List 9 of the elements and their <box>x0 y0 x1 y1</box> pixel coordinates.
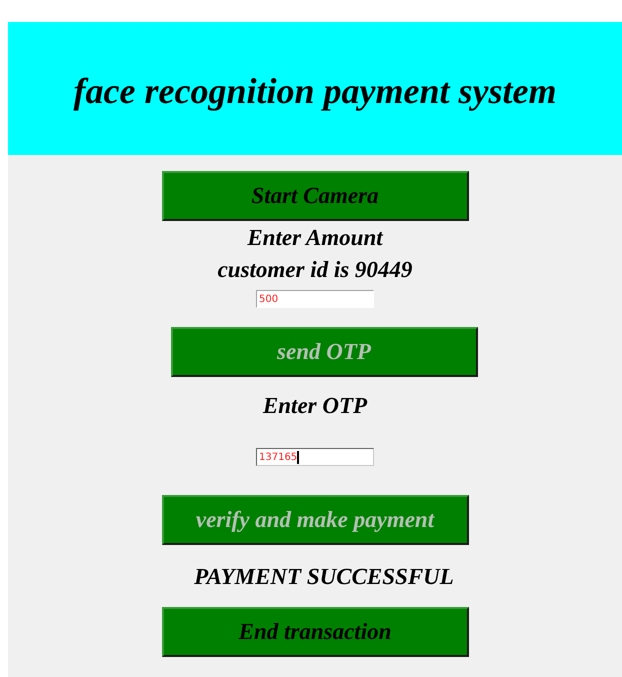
input-field[interactable]: 500 <box>256 290 374 308</box>
field-label: Enter Amount <box>247 224 383 252</box>
action-button[interactable]: Start Camera <box>162 171 468 221</box>
field-label: customer id is 90449 <box>218 256 412 284</box>
action-button[interactable]: End transaction <box>162 607 468 657</box>
input-field[interactable]: 137165 <box>256 448 374 466</box>
field-label: Enter OTP <box>262 392 368 420</box>
app-title: face recognition payment system <box>74 70 556 112</box>
status-message: PAYMENT SUCCESSFUL <box>194 563 454 591</box>
